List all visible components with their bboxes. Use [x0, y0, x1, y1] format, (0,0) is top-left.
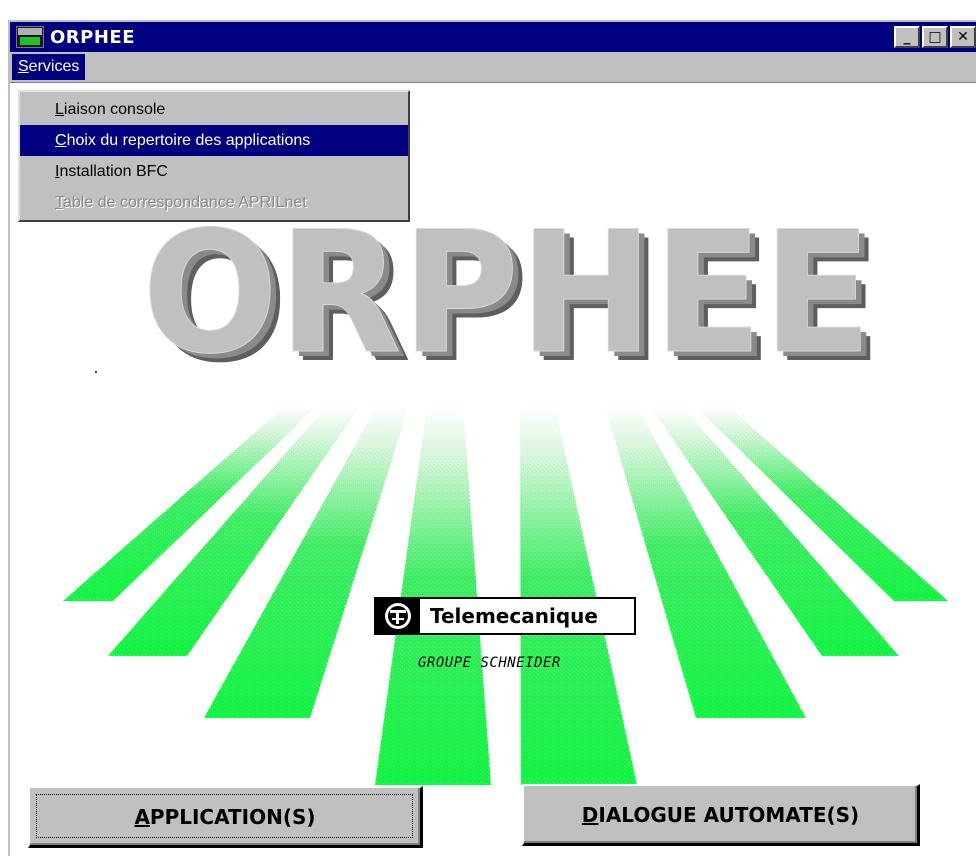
- menu-item-table-correspondance: Table de correspondance APRILnet: [55, 194, 307, 211]
- green-rays: [63, 406, 948, 785]
- menu-item-liaison-console[interactable]: Liaison console: [20, 94, 408, 125]
- menu-services[interactable]: Services: [12, 54, 86, 80]
- telemecanique-logo: Telemecanique: [374, 597, 636, 635]
- brand-subtitle: GROUPE SCHNEIDER: [418, 655, 561, 671]
- application-button[interactable]: APPLICATION(S): [28, 786, 423, 848]
- stray-dot: [95, 371, 97, 373]
- title-bar[interactable]: ORPHEE _ □ ✕: [10, 22, 976, 52]
- menu-item-choix-repertoire[interactable]: Choix du repertoire des applications: [20, 125, 408, 156]
- telemecanique-emblem-icon: [376, 599, 420, 633]
- svg-text:ORPHEE: ORPHEE: [142, 195, 872, 391]
- dialogue-automate-button[interactable]: DIALOGUE AUTOMATE(S): [522, 784, 920, 846]
- orphee-wordmark: ORPHEE ORPHEE ORPHEE: [142, 195, 883, 401]
- services-dropdown-menu: Liaison console Choix du repertoire des …: [18, 90, 410, 222]
- maximize-button[interactable]: □: [922, 26, 948, 48]
- menu-item-installation-bfc[interactable]: Installation BFC: [20, 156, 408, 187]
- brand-name: Telemecanique: [430, 604, 598, 628]
- app-icon[interactable]: [16, 26, 44, 48]
- close-button[interactable]: ✕: [950, 26, 976, 48]
- menu-bar: Services: [10, 52, 976, 83]
- minimize-button[interactable]: _: [894, 26, 920, 48]
- main-window: ORPHEE _ □ ✕ Services ORPHEE ORPHEE ORPH…: [8, 20, 976, 856]
- window-title: ORPHEE: [50, 26, 136, 48]
